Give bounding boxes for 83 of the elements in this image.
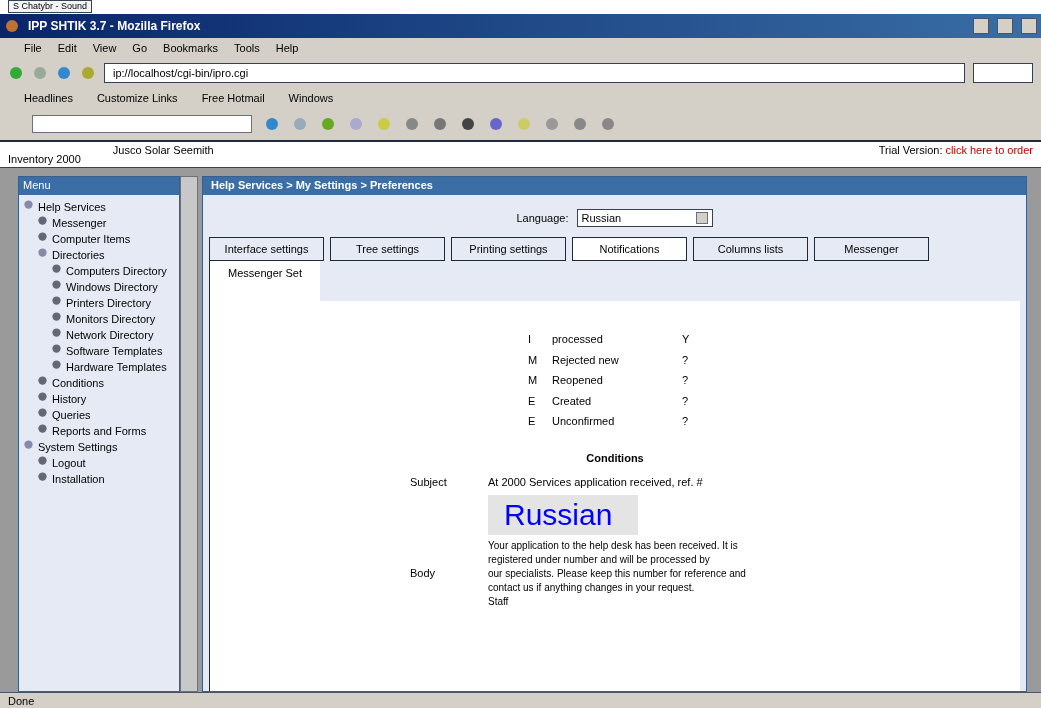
- minimize-button[interactable]: [973, 18, 989, 34]
- status-text: Done: [8, 695, 35, 707]
- table-cell-text: M: [528, 352, 539, 368]
- language-select[interactable]: Russian: [576, 209, 713, 227]
- trial-link[interactable]: click here to order: [945, 144, 1033, 156]
- tree-item[interactable]: System Settings: [38, 439, 118, 455]
- tree-item[interactable]: Directories: [52, 247, 105, 263]
- tree-item[interactable]: Help Services: [38, 199, 106, 215]
- tab[interactable]: Printing settings: [451, 237, 566, 261]
- toolbar-icon[interactable]: [488, 116, 504, 132]
- subject-label: Subject: [410, 475, 448, 490]
- tab[interactable]: Messenger: [814, 237, 929, 261]
- address-field[interactable]: ip://localhost/cgi-bin/ipro.cgi: [104, 63, 965, 83]
- menu-item[interactable]: File: [24, 39, 42, 57]
- tree-item[interactable]: Computer Items: [52, 231, 131, 247]
- table-cell-text: Rejected new: [552, 352, 620, 368]
- overlay-label: Russian: [488, 494, 638, 535]
- tree-item[interactable]: History: [52, 391, 87, 407]
- menu-item[interactable]: Bookmarks: [163, 39, 219, 57]
- tab[interactable]: Columns lists: [693, 237, 808, 261]
- maximize-button[interactable]: [997, 18, 1013, 34]
- tab[interactable]: Notifications: [572, 237, 687, 261]
- body-text-line: contact us if anything changes in your request.: [488, 580, 696, 595]
- company-name: Jusco Solar Seemith: [112, 143, 214, 158]
- body-label: Body: [410, 566, 437, 582]
- table-cell-text: M: [528, 373, 539, 388]
- tree-item[interactable]: Computers Directory: [66, 263, 167, 279]
- tab[interactable]: Tree settings: [330, 237, 445, 261]
- app-name: Inventory 2000: [8, 151, 81, 167]
- table-cell-text: I: [528, 332, 533, 347]
- menu-item[interactable]: View: [92, 39, 117, 57]
- toolbar-icon[interactable]: [460, 116, 476, 132]
- tree-item[interactable]: Conditions: [52, 375, 104, 391]
- menu-item[interactable]: Go: [132, 39, 148, 57]
- table-cell-text: E: [528, 414, 537, 429]
- tree-item[interactable]: Reports and Forms: [52, 423, 147, 439]
- subtab[interactable]: Messenger Set: [210, 261, 320, 301]
- toolbar-icon[interactable]: [432, 116, 448, 132]
- tab[interactable]: Interface settings: [209, 237, 324, 261]
- tree-item[interactable]: Printers Directory: [66, 295, 151, 311]
- close-button[interactable]: [1021, 18, 1037, 34]
- tree-item[interactable]: Messenger: [52, 215, 107, 231]
- tree-item[interactable]: Windows Directory: [66, 279, 158, 295]
- body-text-line: Staff: [488, 594, 510, 609]
- menu-item[interactable]: Tools: [234, 39, 260, 57]
- tree-item[interactable]: Logout: [52, 455, 86, 471]
- bookmark-link[interactable]: Headlines: [24, 89, 73, 107]
- body-text-line: our specialists. Please keep this number for reference and: [488, 566, 747, 581]
- subject-value: At 2000 Services application received, ref. #: [488, 475, 704, 490]
- table-cell-text: ?: [682, 373, 690, 388]
- search-field[interactable]: [973, 63, 1033, 83]
- bookmark-link[interactable]: Customize Links: [96, 89, 178, 107]
- table-cell-text: Created: [552, 393, 593, 409]
- table-cell-text: E: [528, 393, 537, 409]
- body-text-line: registered under number and will be processed by: [488, 552, 711, 567]
- table-cell-text: Y: [682, 332, 691, 347]
- tree-item[interactable]: Software Templates: [66, 343, 163, 359]
- bookmark-link[interactable]: Free Hotmail: [201, 89, 265, 107]
- tree-item[interactable]: Hardware Templates: [66, 359, 167, 375]
- table-cell-text: Reopened: [552, 373, 604, 388]
- language-label: Language:: [516, 210, 569, 226]
- menu-item[interactable]: Edit: [57, 39, 77, 57]
- window-title: IPP SHTIK 3.7 - Mozilla Firefox: [28, 18, 201, 35]
- table-cell-text: ?: [682, 352, 690, 368]
- tree-item[interactable]: Monitors Directory: [66, 311, 156, 327]
- table-cell-text: ?: [682, 393, 690, 409]
- background-window-title[interactable]: S Chatybr - Sound: [8, 0, 93, 13]
- tree-item[interactable]: Installation: [52, 471, 105, 487]
- conditions-heading: Conditions: [585, 450, 645, 466]
- table-cell-text: Unconfirmed: [552, 414, 616, 429]
- toolbar-field[interactable]: [32, 115, 252, 133]
- table-cell-text: ?: [682, 414, 690, 429]
- table-cell-text: processed: [552, 332, 604, 347]
- trial-notice: Trial Version: click here to order: [878, 143, 1033, 158]
- scrollbar[interactable]: [180, 176, 198, 692]
- body-text-line: Your application to the help desk has been received. It is: [488, 538, 739, 553]
- bookmark-link[interactable]: Windows: [288, 89, 334, 107]
- sidebar-title: Menu: [19, 177, 179, 195]
- app-icon: [4, 18, 20, 34]
- tree-item[interactable]: Queries: [52, 407, 91, 423]
- tree-item[interactable]: Network Directory: [66, 327, 154, 343]
- menu-item[interactable]: Help: [275, 39, 299, 57]
- panel-title: Help Services > My Settings > Preferences: [203, 177, 1026, 195]
